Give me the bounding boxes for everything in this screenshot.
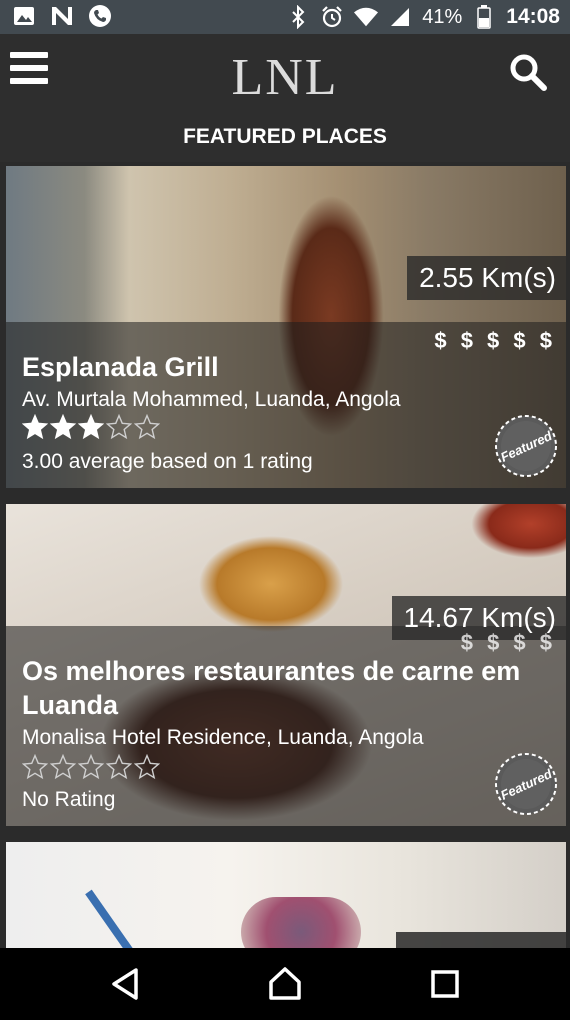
place-card[interactable]: 2.55 Km(s) $ $ $ $ $ Esplanada Grill Av.… [6,166,566,488]
recents-icon [431,970,459,998]
battery-percent: 41% [422,5,463,28]
place-address: Av. Murtala Mohammed, Luanda, Angola [22,388,401,411]
star-filled-icon [22,414,48,440]
alarm-icon [320,5,344,29]
place-title[interactable]: Os melhores restaurantes de carne em Lua… [22,654,552,722]
back-icon [112,968,138,1000]
place-title[interactable]: Esplanada Grill [22,350,552,384]
card-image-detail [241,897,361,952]
image-icon [12,4,36,28]
star-empty-icon [78,754,104,780]
place-address: Monalisa Hotel Residence, Luanda, Angola [22,726,424,749]
star-rating [22,754,160,780]
n-icon [50,4,74,28]
card-image-detail [85,889,155,952]
wifi-icon [354,5,379,29]
star-empty-icon [134,414,160,440]
rating-text: 3.00 average based on 1 rating [22,450,313,473]
home-icon [269,967,301,1000]
star-empty-icon [50,754,76,780]
star-empty-icon [106,754,132,780]
featured-badge-icon: Featured [495,415,557,477]
search-button[interactable] [508,52,548,92]
home-button[interactable] [265,964,305,1004]
place-card[interactable]: 14.67 Km(s) $ $ $ $ Os melhores restaura… [6,504,566,826]
clock: 14:08 [506,5,560,28]
bluetooth-icon [286,5,310,29]
phone-icon [88,4,112,28]
system-nav-bar [0,948,570,1020]
distance-label: 2.55 Km(s) [407,256,566,300]
status-bar: 41% 14:08 [0,0,570,34]
star-rating [22,414,160,440]
star-filled-icon [78,414,104,440]
star-empty-icon [106,414,132,440]
featured-badge-icon: Featured [495,753,557,815]
star-filled-icon [50,414,76,440]
price-level: $ $ $ $ [460,630,556,655]
star-empty-icon [134,754,160,780]
back-button[interactable] [106,964,146,1004]
battery-icon [472,5,496,29]
signal-icon [388,5,412,29]
section-title: FEATURED PLACES [0,112,570,162]
search-icon [510,54,547,91]
recents-button[interactable] [425,964,465,1004]
rating-text: No Rating [22,788,116,811]
star-empty-icon [22,754,48,780]
app-logo: LNL [231,49,339,106]
place-card[interactable] [6,842,566,952]
app-bar: LNL [0,34,570,112]
